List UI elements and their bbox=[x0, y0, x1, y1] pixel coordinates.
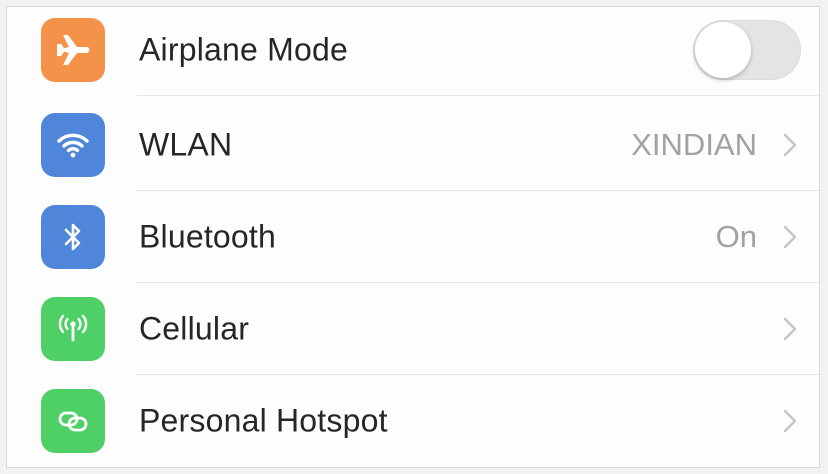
wifi-icon bbox=[41, 113, 105, 177]
chevron-right-icon bbox=[783, 317, 797, 341]
settings-list: Airplane Mode WLAN XINDIAN Bluetooth On … bbox=[6, 6, 820, 468]
bluetooth-icon bbox=[41, 205, 105, 269]
hotspot-link-icon bbox=[41, 389, 105, 453]
chevron-right-icon bbox=[783, 133, 797, 157]
toggle-knob bbox=[695, 22, 751, 78]
settings-row-wlan[interactable]: WLAN XINDIAN bbox=[7, 99, 819, 191]
settings-row-personal-hotspot[interactable]: Personal Hotspot bbox=[7, 375, 819, 467]
settings-row-cellular[interactable]: Cellular bbox=[7, 283, 819, 375]
bluetooth-status-value: On bbox=[715, 219, 757, 254]
chevron-right-icon bbox=[783, 409, 797, 433]
cellular-antenna-icon bbox=[41, 297, 105, 361]
airplane-mode-toggle[interactable] bbox=[693, 20, 801, 80]
settings-row-bluetooth[interactable]: Bluetooth On bbox=[7, 191, 819, 283]
airplane-icon bbox=[41, 18, 105, 82]
chevron-right-icon bbox=[783, 225, 797, 249]
airplane-mode-label: Airplane Mode bbox=[139, 31, 348, 68]
wlan-label: WLAN bbox=[139, 126, 233, 163]
settings-row-airplane-mode[interactable]: Airplane Mode bbox=[7, 4, 819, 96]
personal-hotspot-label: Personal Hotspot bbox=[139, 402, 388, 439]
cellular-label: Cellular bbox=[139, 310, 250, 347]
wlan-network-value: XINDIAN bbox=[631, 127, 757, 162]
bluetooth-label: Bluetooth bbox=[139, 218, 277, 255]
